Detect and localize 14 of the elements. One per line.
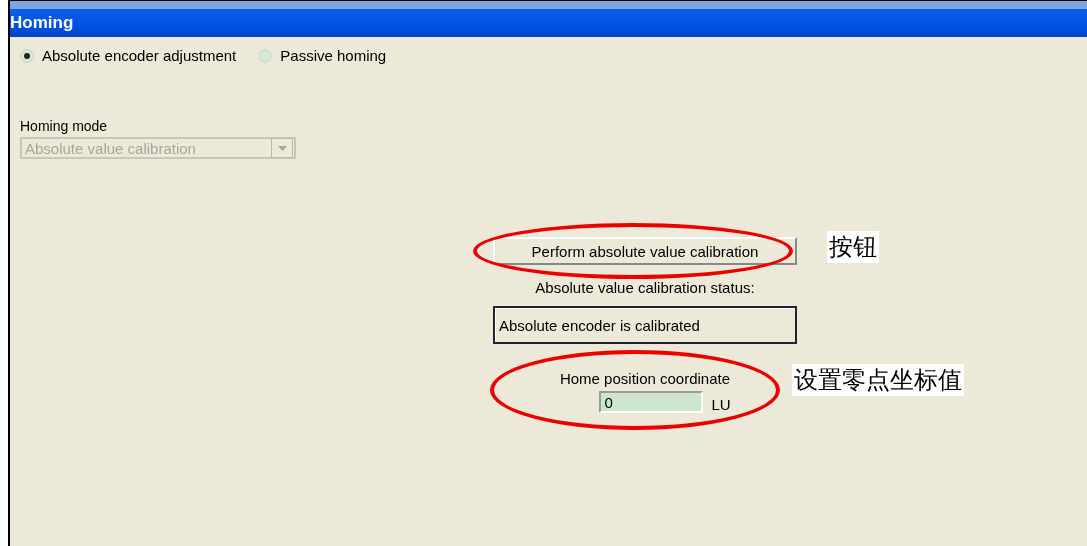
status-label: Absolute value calibration status: [535,279,755,296]
coordinate-input[interactable]: 0 [599,391,704,413]
radio-option[interactable]: Passive homing [258,47,387,64]
radio-option[interactable]: Absolute encoder adjustment [20,47,237,64]
radio-icon[interactable] [20,48,34,63]
annotation-label: 按钮 [827,231,879,263]
field-label: Homing mode [20,118,109,134]
window-title: Homing [10,13,74,33]
calibrate-button[interactable]: Perform absolute value calibration [493,237,797,265]
field-label: Home position coordinate [559,370,731,387]
radio-icon[interactable] [258,48,273,63]
unit-label: LU [711,396,731,413]
status-field: Absolute encoder is calibrated [493,306,797,344]
annotation-label: 设置零点坐标值 [792,364,964,396]
